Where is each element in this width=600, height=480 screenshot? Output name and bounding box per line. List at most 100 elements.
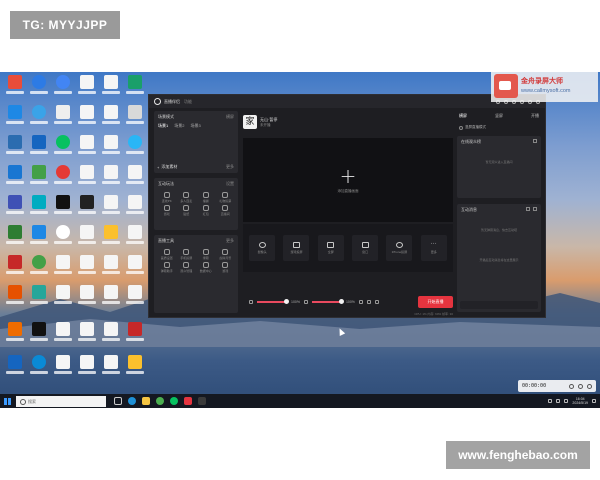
volume-icon[interactable] bbox=[564, 399, 569, 403]
desktop-icon[interactable] bbox=[52, 135, 74, 165]
camera-icon[interactable] bbox=[578, 383, 583, 389]
iphone-cast-button[interactable]: iPhone投屏 bbox=[386, 235, 413, 261]
desktop-icon[interactable] bbox=[52, 322, 74, 352]
desktop-icon[interactable] bbox=[100, 285, 122, 315]
more-sources-button[interactable]: ··· 更多 bbox=[420, 235, 447, 261]
desktop-icon[interactable] bbox=[28, 105, 50, 135]
tool-item[interactable]: 观众管理 bbox=[177, 262, 197, 273]
tool-item[interactable]: 弹幕助手 bbox=[157, 262, 177, 273]
desktop-icon[interactable] bbox=[124, 225, 146, 255]
network-icon[interactable] bbox=[556, 399, 561, 403]
desktop-icon[interactable] bbox=[28, 255, 50, 285]
tab-portrait[interactable]: 竖屏 bbox=[495, 113, 503, 119]
desktop-icon[interactable] bbox=[28, 322, 50, 352]
camera-source-button[interactable]: 摄像头 bbox=[249, 235, 276, 261]
tab-landscape[interactable]: 横屏 bbox=[459, 113, 467, 119]
desktop-icon[interactable] bbox=[124, 165, 146, 195]
file-explorer-icon[interactable] bbox=[142, 397, 150, 405]
edge-browser-icon[interactable] bbox=[128, 397, 136, 405]
desktop-icon[interactable] bbox=[52, 285, 74, 315]
external-link-icon[interactable] bbox=[533, 139, 537, 143]
desktop-icon[interactable] bbox=[124, 195, 146, 225]
desktop-icon[interactable] bbox=[100, 355, 122, 385]
tool-item[interactable]: 手机投屏 bbox=[177, 249, 197, 260]
desktop-icon[interactable] bbox=[100, 322, 122, 352]
desktop-icon[interactable] bbox=[100, 195, 122, 225]
desktop-icon[interactable] bbox=[52, 195, 74, 225]
screenshot-icon[interactable] bbox=[366, 300, 371, 304]
desktop-icon[interactable] bbox=[52, 165, 74, 195]
wechat-icon[interactable] bbox=[170, 397, 178, 405]
tab-scene-1[interactable]: 场景1 bbox=[158, 123, 168, 129]
interact-item[interactable]: 福袋 bbox=[196, 192, 216, 203]
stop-icon[interactable] bbox=[587, 383, 592, 389]
streamer-avatar[interactable]: 家 bbox=[243, 115, 257, 129]
tool-item[interactable]: 虚拟背景 bbox=[216, 249, 236, 260]
tool-item[interactable]: 数据中心 bbox=[196, 262, 216, 273]
tab-scene-2[interactable]: 场景2 bbox=[174, 123, 184, 129]
chat-input-field[interactable] bbox=[460, 301, 538, 309]
pause-icon[interactable] bbox=[569, 383, 574, 389]
fullscreen-source-button[interactable]: 全屏 bbox=[317, 235, 344, 261]
desktop-icon[interactable] bbox=[124, 135, 146, 165]
desktop-icon[interactable] bbox=[100, 75, 122, 105]
filter-icon[interactable] bbox=[526, 207, 530, 211]
start-button[interactable] bbox=[0, 394, 14, 408]
speaker-volume-slider[interactable] bbox=[311, 299, 344, 304]
interact-item[interactable]: 连线PK bbox=[157, 192, 177, 203]
desktop-icon[interactable] bbox=[124, 355, 146, 385]
window-source-button[interactable]: 窗口 bbox=[352, 235, 379, 261]
mic-volume-slider[interactable] bbox=[257, 299, 289, 304]
add-scene-plus-icon[interactable]: + bbox=[340, 166, 357, 186]
mic-volume-knob[interactable] bbox=[284, 299, 289, 304]
record-icon[interactable] bbox=[358, 300, 363, 304]
app-subtitle[interactable]: 功能 bbox=[184, 99, 192, 105]
tool-item[interactable]: 游戏 bbox=[216, 262, 236, 273]
desktop-icon[interactable] bbox=[124, 322, 146, 352]
desktop-icon[interactable] bbox=[28, 225, 50, 255]
system-clock[interactable]: 16:04 2024/5/19 bbox=[572, 397, 588, 406]
tool-item[interactable]: 绿幕 bbox=[196, 249, 216, 260]
add-source-button[interactable]: + 添加素材 bbox=[157, 164, 177, 170]
desktop-icon[interactable] bbox=[76, 75, 98, 105]
desktop-icon[interactable] bbox=[76, 255, 98, 285]
desktop-icon[interactable] bbox=[76, 285, 98, 315]
desktop-icon[interactable] bbox=[124, 285, 146, 315]
interact-item[interactable]: 直播间 bbox=[216, 205, 236, 216]
desktop-icon[interactable] bbox=[76, 355, 98, 385]
portrait-mode-toggle[interactable]: 竖屏直播模式 bbox=[457, 121, 541, 130]
tab-broadcast[interactable]: 开播 bbox=[531, 113, 539, 119]
interact-item[interactable]: 贴纸 bbox=[177, 205, 197, 216]
desktop-icon[interactable] bbox=[76, 165, 98, 195]
scene-more-link[interactable]: 更多 bbox=[226, 164, 234, 170]
app-taskbar-icon[interactable] bbox=[198, 397, 206, 405]
desktop-icon[interactable] bbox=[28, 165, 50, 195]
desktop-icon[interactable] bbox=[52, 355, 74, 385]
desktop-icon[interactable] bbox=[4, 75, 26, 105]
desktop-icon[interactable] bbox=[28, 195, 50, 225]
interact-item[interactable]: 多人连麦 bbox=[177, 192, 197, 203]
interact-item[interactable]: 红包 bbox=[196, 205, 216, 216]
desktop-icon[interactable] bbox=[100, 255, 122, 285]
speaker-volume-knob[interactable] bbox=[338, 299, 344, 304]
settings-icon[interactable] bbox=[374, 300, 379, 304]
desktop-icon[interactable] bbox=[28, 355, 50, 385]
desktop-icon[interactable] bbox=[76, 195, 98, 225]
chevron-up-icon[interactable] bbox=[548, 399, 553, 403]
desktop-icon[interactable] bbox=[4, 225, 26, 255]
mic-icon[interactable] bbox=[249, 300, 253, 304]
desktop-icon[interactable] bbox=[4, 255, 26, 285]
interact-item[interactable]: 游戏 bbox=[157, 205, 177, 216]
desktop-icon[interactable] bbox=[52, 255, 74, 285]
desktop-icon[interactable] bbox=[4, 135, 26, 165]
popout-icon[interactable] bbox=[533, 207, 537, 211]
desktop-icon[interactable] bbox=[52, 105, 74, 135]
desktop-icon[interactable] bbox=[76, 135, 98, 165]
desktop-icon[interactable] bbox=[28, 135, 50, 165]
desktop-icon[interactable] bbox=[76, 322, 98, 352]
orientation-toggle[interactable]: 横屏 bbox=[226, 114, 234, 120]
desktop-icon[interactable] bbox=[4, 105, 26, 135]
desktop-icon[interactable] bbox=[4, 355, 26, 385]
go-live-button[interactable]: 开始直播 bbox=[418, 296, 453, 308]
speaker-icon[interactable] bbox=[303, 300, 308, 304]
